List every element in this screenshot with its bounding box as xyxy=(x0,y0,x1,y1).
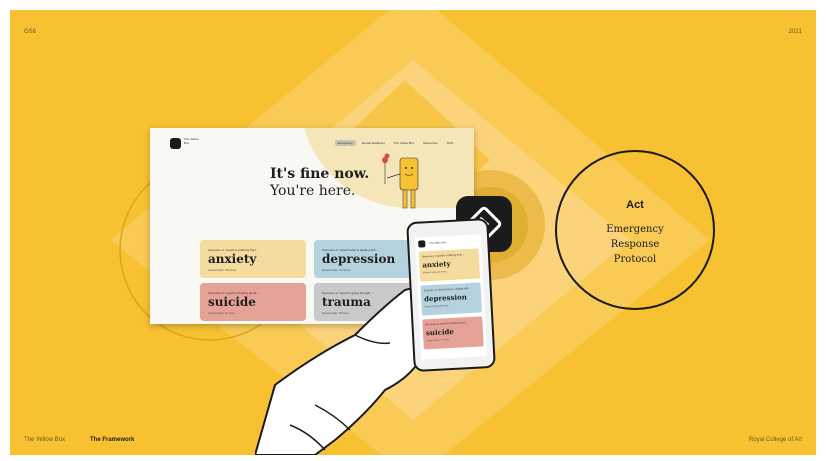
phone-nav-title: The Yellow Box xyxy=(429,241,447,246)
phone-mockup: The Yellow Box Someone or myself is suff… xyxy=(406,217,496,373)
nav-item-resources[interactable]: Resources xyxy=(420,140,440,146)
slide: GS6 2021 The Yellow Box The Framework Ro… xyxy=(10,10,816,455)
phone-card-depression[interactable]: Someone or myself today is dealing with.… xyxy=(420,282,482,316)
phone-card-title: anxiety xyxy=(422,258,451,270)
phone-screen: The Yellow Box Someone or myself is suff… xyxy=(414,234,488,360)
phone-card-title: suicide xyxy=(425,326,455,338)
footer-project: The Yellow Box xyxy=(24,437,66,443)
card-views: Viewed today: 220 times xyxy=(208,269,237,272)
act-title: Act xyxy=(626,199,644,211)
phone-card-views: Viewed today: 162 times xyxy=(424,305,449,309)
phone-card-prefix: Someone or myself is suffering from... xyxy=(421,253,465,259)
footer-section: The Framework xyxy=(90,437,135,443)
site-logo-icon[interactable] xyxy=(170,138,181,149)
act-panel: Act Emergency Response Protocol xyxy=(555,150,715,310)
phone-card-anxiety[interactable]: Someone or myself is suffering from... a… xyxy=(418,248,481,282)
slide-year: 2021 xyxy=(788,29,802,35)
phone-card-title: depression xyxy=(423,292,468,304)
footer-institution: Royal College of Art xyxy=(748,437,802,443)
site-nav: Emergency Mental Wellbeing The Yellow Bo… xyxy=(334,140,456,146)
phone-logo-icon[interactable] xyxy=(418,240,426,248)
card-views: Viewed today: 37 times xyxy=(208,312,235,315)
card-title: depression xyxy=(322,252,396,266)
mascot-illustration xyxy=(382,153,419,209)
protocol-line-2: Response xyxy=(610,239,660,250)
phone-card-prefix: Someone or myself is thinking about... xyxy=(425,321,468,327)
nav-item-the-yellow-box[interactable]: The Yellow Box xyxy=(391,140,418,146)
protocol-line-3: Protocol xyxy=(613,254,657,265)
card-title: anxiety xyxy=(208,252,257,266)
hero-subheadline: You're here. xyxy=(270,183,356,199)
slide-tag: GS6 xyxy=(24,29,37,35)
hero-headline: It's fine now. xyxy=(270,166,370,182)
phone-card-views: Viewed today: 37 times xyxy=(426,339,449,343)
nav-item-emergency[interactable]: Emergency xyxy=(334,140,356,146)
act-protocol: Emergency Response Protocol xyxy=(585,222,685,267)
phone-card-views: Viewed today: 220 times xyxy=(422,271,447,275)
site-logo-text: The Yellow Box xyxy=(184,137,199,145)
card-title: suicide xyxy=(208,295,256,309)
nav-item-sos[interactable]: SOS xyxy=(444,140,456,146)
nav-item-mental-wellbeing[interactable]: Mental Wellbeing xyxy=(359,140,388,146)
phone-card-suicide[interactable]: Someone or myself is thinking about... s… xyxy=(422,316,484,350)
protocol-line-1: Emergency xyxy=(606,224,664,235)
